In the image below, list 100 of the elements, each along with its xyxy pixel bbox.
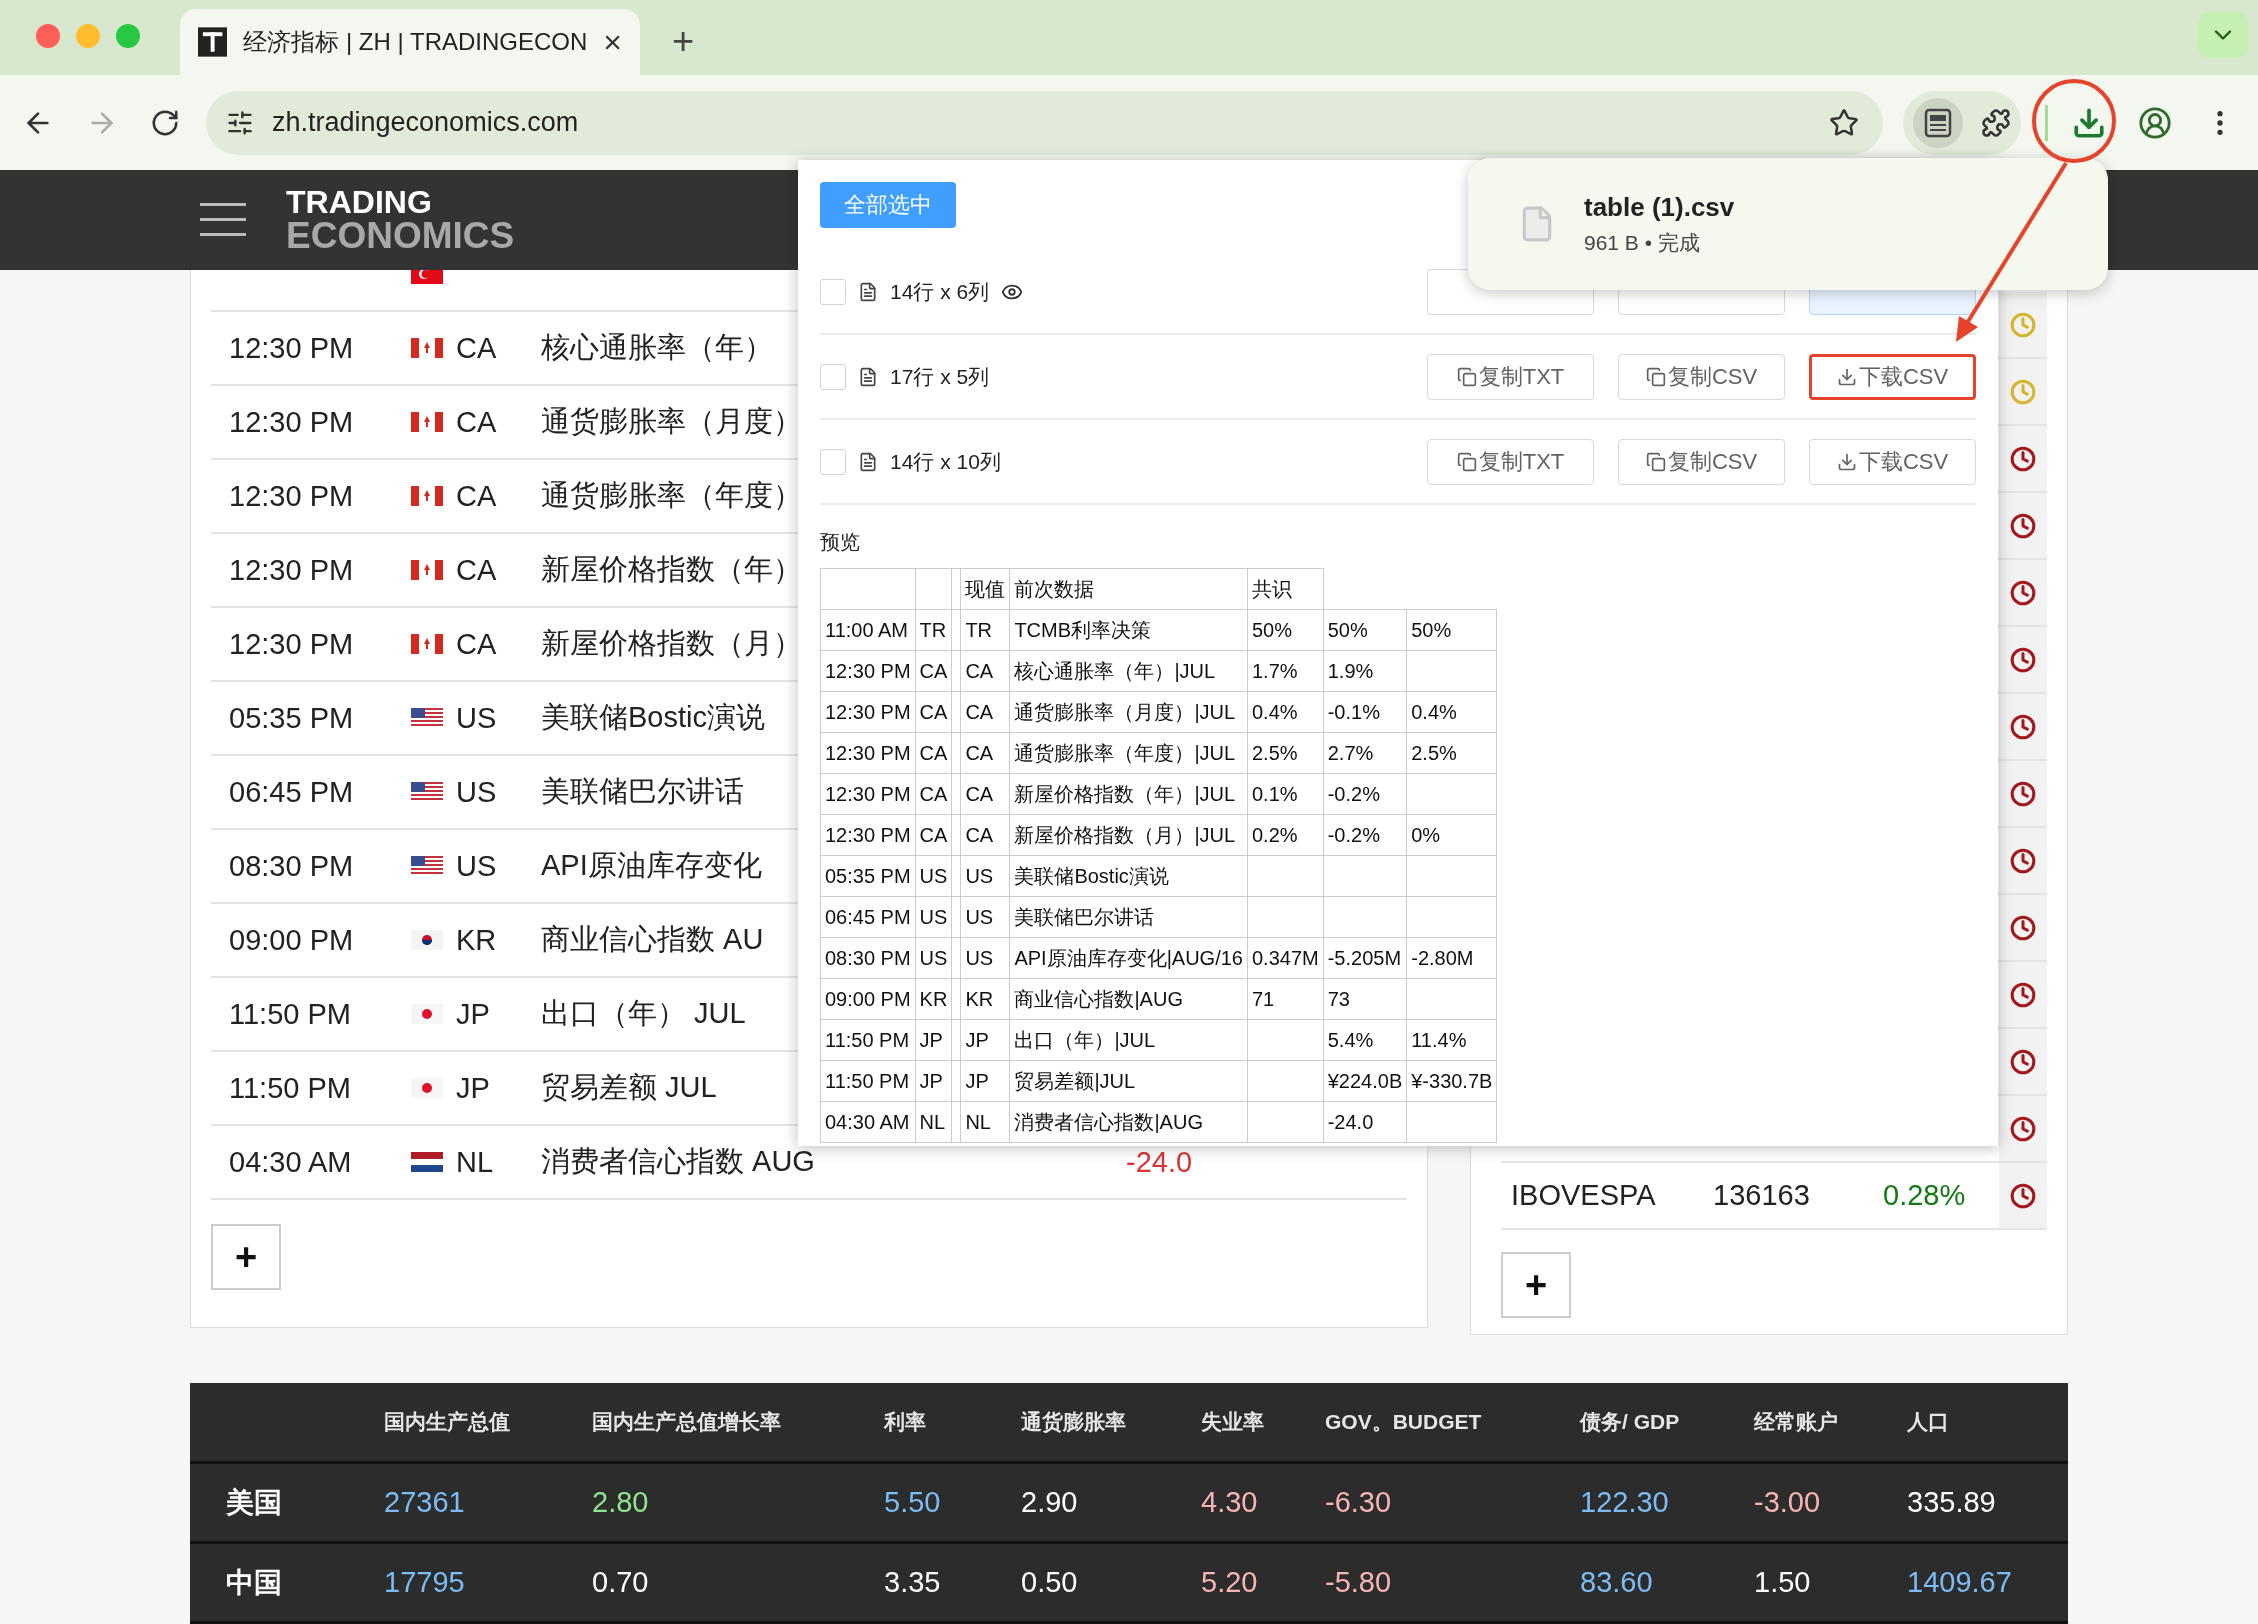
column-header[interactable]: 人口 [1907,1408,2068,1436]
event-time: 12:30 PM [228,553,355,587]
new-tab-button[interactable]: + [664,20,703,63]
table-cell: CA [915,773,952,815]
download-icon [1836,451,1857,472]
copy-button[interactable]: 复制TXT [1427,438,1594,485]
browser-tab[interactable]: 经济指标 | ZH | TRADINGECON × [180,9,640,75]
table-cell: TCMB利率决策 [1009,609,1248,651]
table-cell: 08:30 PM [820,937,916,979]
table-cell: 贸易差额|JUL [1009,1060,1248,1102]
table-cell-text: 5.50 [884,1486,942,1519]
add-button[interactable]: + [211,1224,281,1290]
menu-icon[interactable] [200,201,246,239]
country-name[interactable]: 美国 [190,1483,384,1522]
table-cell: US [915,855,952,897]
table-cell: TR [915,609,952,651]
column-header[interactable]: 经常账户 [1754,1408,1907,1436]
table-size-label: 17行 x 5列 [890,363,990,390]
table-cell: CA [960,691,1010,733]
checkbox[interactable] [820,278,846,305]
table-cell: 12:30 PM [820,732,916,774]
country-name[interactable]: 中国 [190,1563,384,1602]
document-icon [858,281,878,302]
extension-button[interactable] [1913,97,1963,148]
copy-button[interactable]: 复制TXT [1427,353,1594,400]
country-code: US [456,701,498,735]
table-cell: 美联储巴尔讲话 [1009,896,1248,938]
table-cell-text: 83.60 [1580,1566,1654,1599]
table-cell: 出口（年）|JUL [1009,1019,1248,1061]
column-header[interactable]: 失业率 [1201,1408,1325,1436]
column-header[interactable]: 国内生产总值 [384,1408,592,1436]
table-cell: 06:45 PM [820,896,916,938]
table-cell: JP [915,1019,952,1061]
event-time: 12:30 PM [228,331,355,365]
column-header[interactable]: 通货膨胀率 [1021,1408,1201,1436]
download-csv-button[interactable]: 下载CSV [1809,438,1976,485]
puzzle-icon[interactable] [1981,107,2011,138]
table-cell-text: -5.80 [1325,1566,1393,1599]
table-cell: CA [915,650,952,692]
event-time: 04:30 AM [228,1145,353,1179]
table-cell: 11.4% [1406,1019,1497,1061]
table-cell: -24.0 [1323,1101,1407,1143]
column-header[interactable]: 利率 [884,1408,1021,1436]
spreadsheet-icon[interactable] [1924,107,1952,138]
table-cell: 2.5% [1247,732,1324,774]
column-header[interactable]: 债务/ GDP [1580,1408,1754,1436]
table-cell: CA [960,773,1010,815]
tab-close-button[interactable]: × [603,23,622,61]
table-cell: 0.347M [1247,937,1324,979]
address-bar[interactable]: zh.tradingeconomics.com [206,90,1883,155]
profile-icon[interactable] [2138,105,2172,140]
table-cell: 1.7% [1247,650,1324,692]
table-cell: 0.4% [1247,691,1324,733]
table-cell: 通货膨胀率（年度）|JUL [1009,732,1248,774]
checkbox[interactable] [820,448,846,475]
column-header[interactable]: 国内生产总值增长率 [592,1408,884,1436]
table-cell: 04:30 AM [820,1101,916,1143]
country-code: CA [456,627,498,661]
copy-button[interactable]: 复制CSV [1618,353,1785,400]
table-cell: US [960,896,1010,938]
site-settings-icon[interactable] [226,108,254,137]
event-time: 08:30 PM [228,849,355,883]
table-cell: 71 [1247,978,1324,1020]
checkbox[interactable] [820,363,846,390]
country-code: CA [456,553,498,587]
market-name[interactable]: IBOVESPA [1501,1179,1713,1212]
table-cell: -0.2% [1323,773,1407,815]
copy-button[interactable]: 复制CSV [1618,438,1785,485]
tab-list-button[interactable] [2198,12,2248,58]
add-button[interactable]: + [1501,1252,1571,1318]
table-cell: ¥-330.7B [1406,1060,1497,1102]
country-code: CA [456,479,498,513]
table-cell: 核心通胀率（年）|JUL [1009,650,1248,692]
file-name[interactable]: table (1).csv [1584,191,1735,223]
table-cell: 12:30 PM [820,773,916,815]
table-cell-text: 5.20 [1201,1566,1259,1599]
market-change: 0.28% [1883,1179,1967,1212]
table-cell: KR [960,978,1010,1020]
site-favicon-icon [198,27,228,57]
column-header[interactable]: GOV。BUDGET [1325,1408,1580,1436]
preview-label: 预览 [820,530,861,555]
table-cell: 12:30 PM [820,691,916,733]
table-cell: JP [915,1060,952,1102]
table-size-label: 14行 x 6列 [890,278,990,305]
event-name[interactable]: 消费者信心指数 AUG [541,1142,1126,1182]
table-cell: 12:30 PM [820,814,916,856]
bookmark-star-icon[interactable] [1829,107,1859,138]
event-time: 12:30 PM [228,479,355,513]
table-cell: CA [960,814,1010,856]
table-cell: JP [960,1019,1010,1061]
download-status: 961 B • 完成 [1584,229,1701,256]
table-cell: TR [960,609,1010,651]
site-logo[interactable]: TRADING ECONOMICS [286,187,515,253]
table-cell: 0% [1406,814,1497,856]
table-cell: 2.5% [1406,732,1497,774]
table-cell: 50% [1323,609,1407,651]
tab-title: 经济指标 | ZH | TRADINGECON [243,27,588,57]
download-csv-button[interactable]: 下载CSV [1809,353,1976,400]
table-cell-text: 1409.67 [1907,1566,2013,1599]
event-time: 12:30 PM [228,627,355,661]
